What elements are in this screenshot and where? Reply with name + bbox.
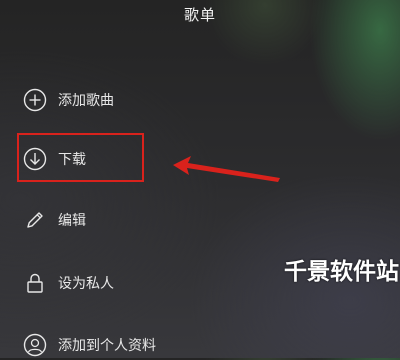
lock-icon xyxy=(22,270,48,296)
red-arrow-icon xyxy=(173,156,280,182)
menu-item-make-private[interactable]: 设为私人 xyxy=(22,268,114,298)
menu-item-label: 添加到个人资料 xyxy=(58,338,156,354)
download-highlight-box xyxy=(17,133,144,182)
user-circle-icon xyxy=(22,332,48,358)
menu-item-label: 添加歌曲 xyxy=(58,93,114,109)
menu-item-edit[interactable]: 编辑 xyxy=(22,205,86,235)
pencil-icon xyxy=(22,207,48,233)
watermark-text: 千景软件站 xyxy=(284,259,399,285)
menu-item-label: 编辑 xyxy=(58,213,86,229)
menu-item-add-song[interactable]: 添加歌曲 xyxy=(22,85,114,115)
plus-circle-icon xyxy=(22,87,48,113)
menu-item-label: 设为私人 xyxy=(58,276,114,292)
menu-item-add-to-profile[interactable]: 添加到个人资料 xyxy=(22,330,156,360)
